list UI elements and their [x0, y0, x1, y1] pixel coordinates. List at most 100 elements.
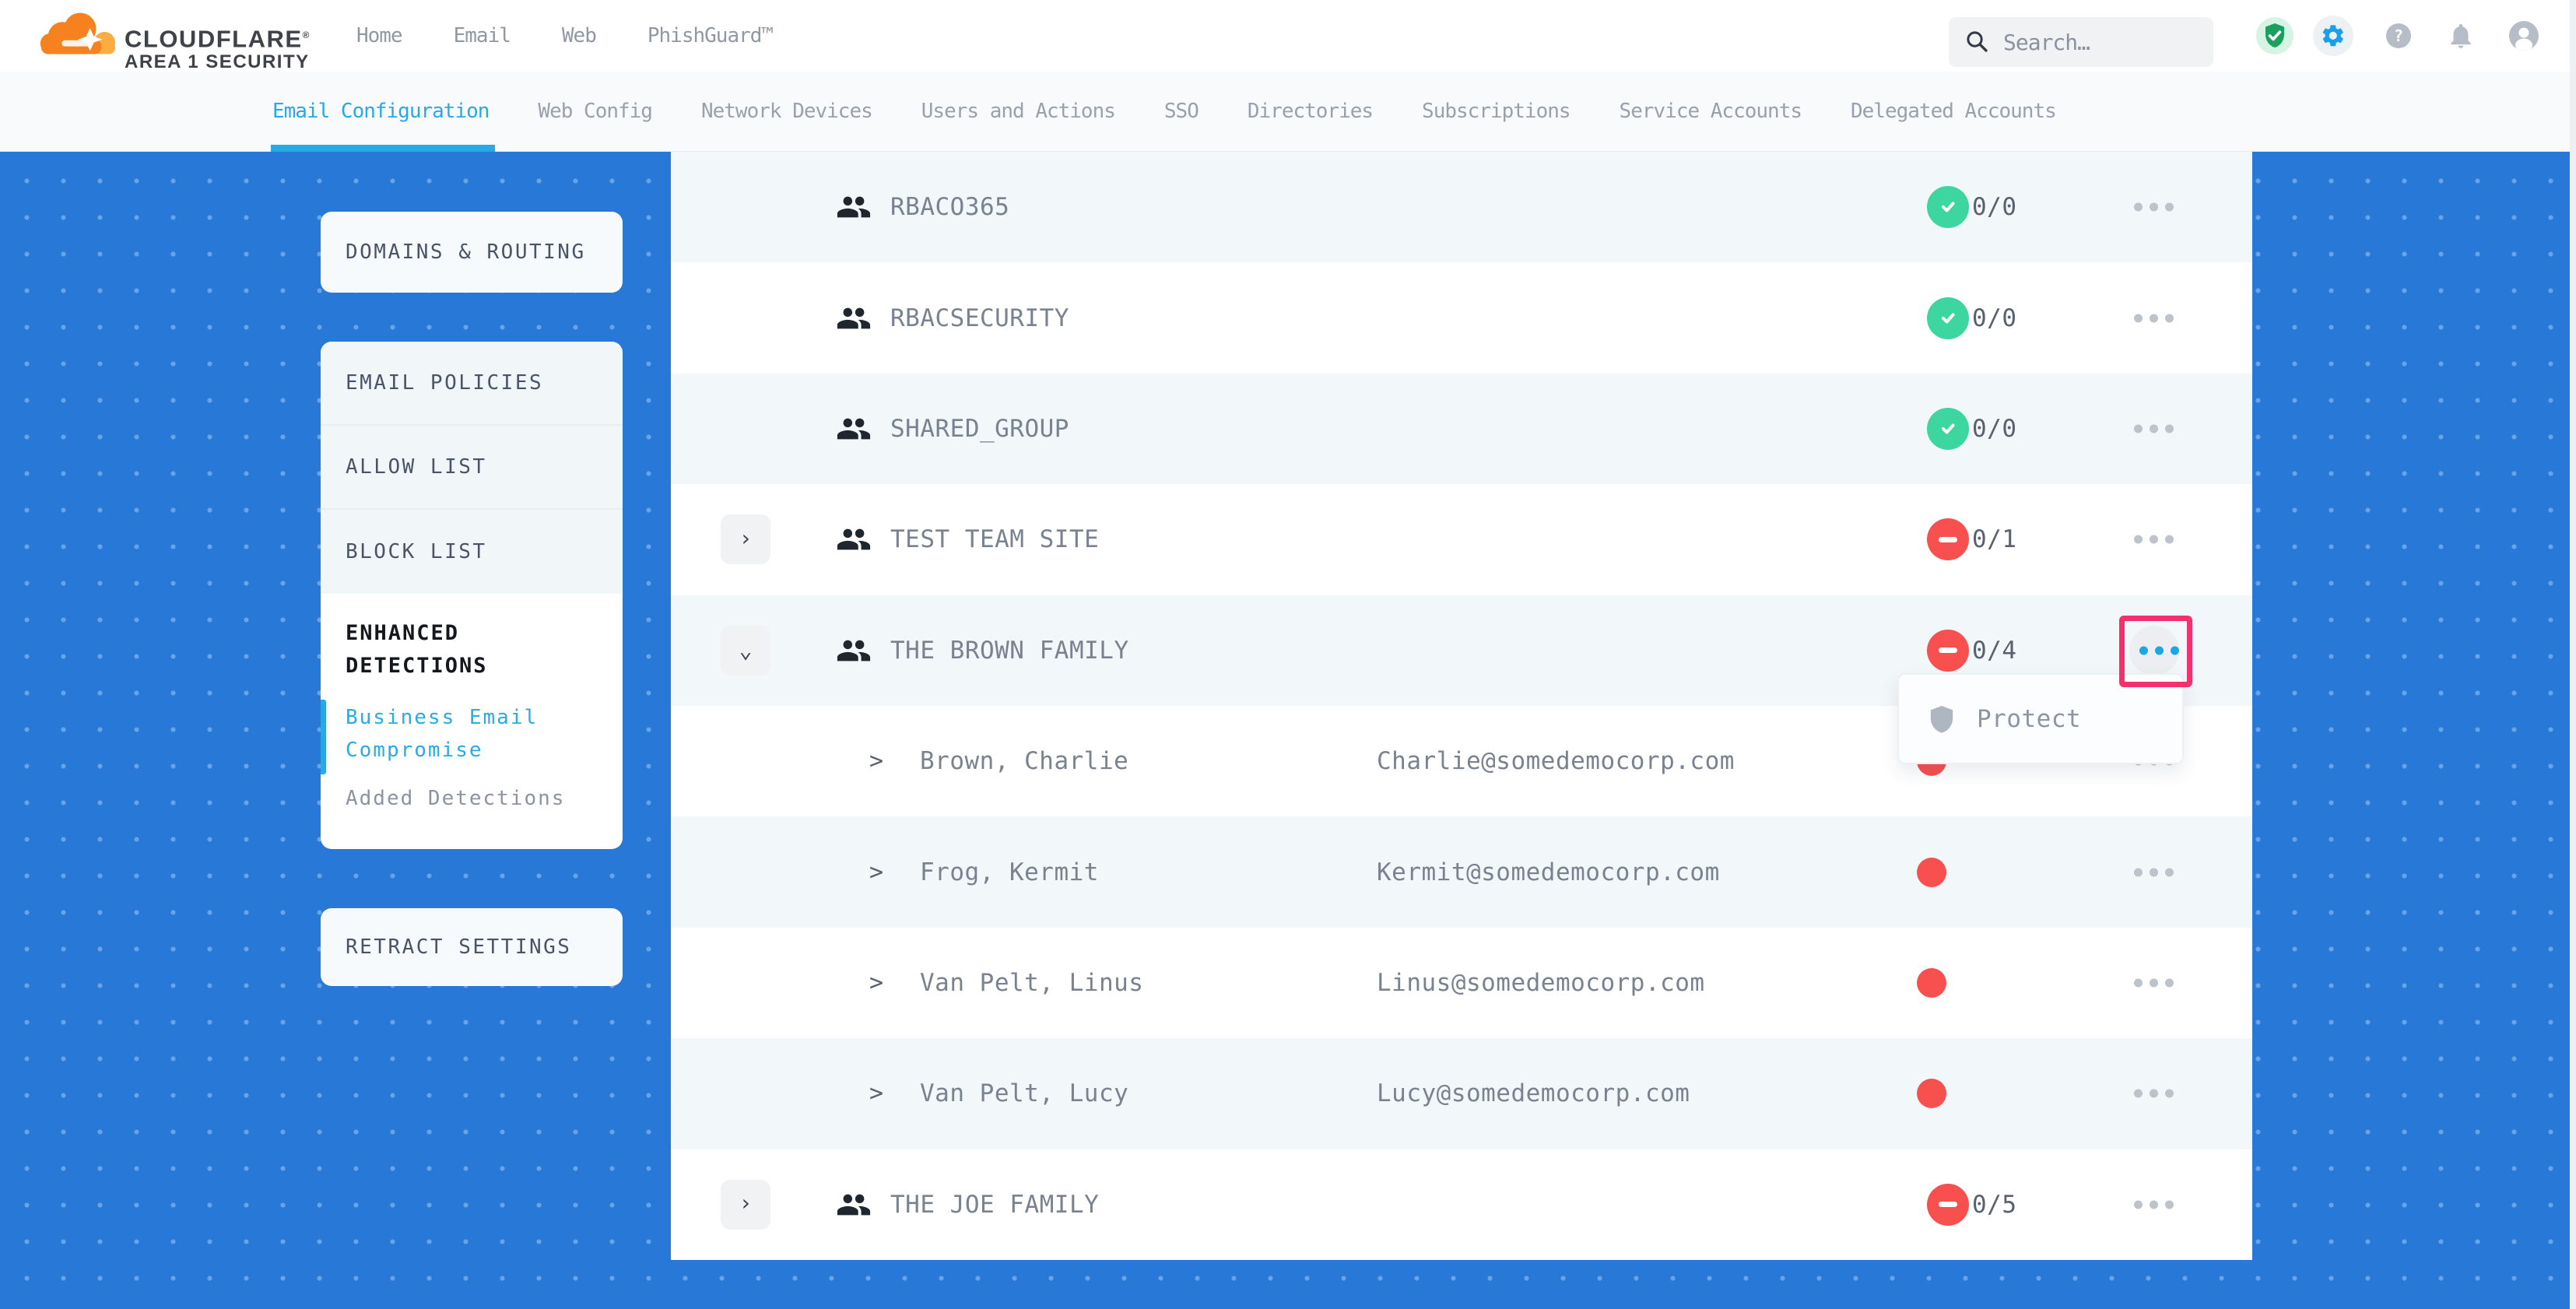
- shield-check-icon[interactable]: [2256, 17, 2293, 54]
- sidebar-section-enhanced-detections: ENHANCED DETECTIONS Business Email Compr…: [321, 594, 623, 815]
- top-header: CLOUDFLARE® AREA 1 SECURITY Home Email W…: [0, 0, 2576, 72]
- nav-phishguard[interactable]: PhishGuard™: [648, 24, 773, 47]
- group-name: RBACSECURITY: [890, 304, 1069, 332]
- table-row-member-van-pelt-lucy: > Van Pelt, Lucy Lucy@somedemocorp.com: [671, 1038, 2252, 1149]
- group-people-icon: [836, 300, 872, 336]
- table-row-member-van-pelt-linus: > Van Pelt, Linus Linus@somedemocorp.com: [671, 928, 2252, 1038]
- tab-service-accounts[interactable]: Service Accounts: [1620, 72, 1802, 152]
- status-badge-protected: [1927, 297, 1969, 339]
- protection-count: 0/0: [1972, 415, 2017, 443]
- row-menu-button[interactable]: [2134, 868, 2174, 876]
- table-row-group-shared-group: SHARED_GROUP 0/0: [671, 374, 2252, 484]
- sidebar-item-business-email-compromise[interactable]: Business Email Compromise: [346, 701, 587, 767]
- group-people-icon: [836, 411, 872, 447]
- protection-count: 0/0: [1972, 304, 2017, 332]
- status-badge-blocked: [1927, 1184, 1969, 1226]
- nav-home[interactable]: Home: [356, 24, 402, 47]
- sidebar-item-email-policies[interactable]: EMAIL POLICIES: [321, 342, 623, 426]
- expand-row-button[interactable]: ›: [721, 514, 770, 564]
- tab-web-config[interactable]: Web Config: [538, 72, 652, 152]
- protection-count: 0/0: [1972, 193, 2017, 221]
- tab-sso[interactable]: SSO: [1164, 72, 1199, 152]
- primary-nav: Home Email Web PhishGuard™: [356, 0, 773, 72]
- member-chevron-icon[interactable]: >: [869, 858, 883, 886]
- area1-security-app: CLOUDFLARE® AREA 1 SECURITY Home Email W…: [0, 0, 2576, 1309]
- member-name: Brown, Charlie: [920, 747, 1128, 775]
- help-icon[interactable]: ?: [2386, 23, 2411, 48]
- expand-row-button[interactable]: ›: [721, 1180, 770, 1230]
- account-avatar-icon[interactable]: [2509, 21, 2539, 51]
- search-icon: [1966, 30, 1989, 54]
- status-badge-protected: [1927, 408, 1969, 450]
- group-name: RBACO365: [890, 193, 1009, 221]
- member-email: Lucy@somedemocorp.com: [1377, 1079, 1690, 1107]
- nav-web[interactable]: Web: [562, 24, 596, 47]
- nav-email[interactable]: Email: [454, 24, 511, 47]
- sidebar-item-block-list[interactable]: BLOCK LIST: [321, 510, 623, 594]
- group-people-icon: [836, 189, 872, 225]
- member-name: Van Pelt, Lucy: [920, 1079, 1128, 1107]
- click-target-highlight: [2119, 616, 2192, 687]
- cloudflare-cloud-icon: [34, 6, 118, 58]
- brand-name: CLOUDFLARE®: [125, 22, 311, 52]
- tab-delegated-accounts[interactable]: Delegated Accounts: [1851, 72, 2056, 152]
- table-row-group-the-joe-family: › THE JOE FAMILY 0/5: [671, 1149, 2252, 1260]
- protection-count: 0/5: [1972, 1191, 2017, 1219]
- member-chevron-icon[interactable]: >: [869, 748, 883, 775]
- member-chevron-icon[interactable]: >: [869, 969, 883, 996]
- row-menu-button[interactable]: [2134, 535, 2174, 544]
- row-menu-button[interactable]: [2134, 424, 2174, 433]
- tab-subscriptions[interactable]: Subscriptions: [1422, 72, 1571, 152]
- row-menu-button[interactable]: [2134, 1200, 2174, 1209]
- row-menu-button[interactable]: [2134, 203, 2174, 212]
- shield-icon: [1928, 704, 1955, 734]
- sidebar-item-retract-settings[interactable]: RETRACT SETTINGS: [321, 908, 623, 986]
- cloudflare-logo[interactable]: CLOUDFLARE® AREA 1 SECURITY: [34, 6, 311, 72]
- sidebar-policies-card: EMAIL POLICIES ALLOW LIST BLOCK LIST ENH…: [321, 342, 623, 849]
- member-name: Frog, Kermit: [920, 858, 1099, 886]
- tab-users-and-actions[interactable]: Users and Actions: [921, 72, 1115, 152]
- row-menu-button[interactable]: [2134, 978, 2174, 987]
- tab-email-configuration[interactable]: Email Configuration: [272, 72, 489, 152]
- search-input[interactable]: [2002, 29, 2192, 56]
- protection-count: 0/1: [1972, 525, 2017, 553]
- menu-item-protect[interactable]: Protect: [1977, 705, 2081, 733]
- active-item-indicator: [321, 700, 326, 774]
- tab-directories[interactable]: Directories: [1248, 72, 1373, 152]
- global-search[interactable]: [1949, 17, 2213, 67]
- sidebar-item-domains-routing[interactable]: DOMAINS & ROUTING: [321, 212, 623, 293]
- table-row-group-test-team-site: › TEST TEAM SITE 0/1: [671, 484, 2252, 595]
- sidebar-item-added-detections[interactable]: Added Detections: [346, 782, 587, 815]
- status-dot-flagged: [1917, 968, 1946, 998]
- table-row-member-frog-kermit: > Frog, Kermit Kermit@somedemocorp.com: [671, 816, 2252, 927]
- group-name: SHARED_GROUP: [890, 415, 1069, 443]
- member-chevron-icon[interactable]: >: [869, 1080, 883, 1107]
- status-dot-flagged: [1917, 1079, 1946, 1108]
- group-people-icon: [836, 1187, 872, 1223]
- member-email: Charlie@somedemocorp.com: [1377, 747, 1735, 775]
- member-name: Van Pelt, Linus: [920, 969, 1143, 997]
- settings-gear-icon[interactable]: [2313, 16, 2353, 56]
- notifications-bell-icon[interactable]: [2446, 21, 2476, 51]
- group-name: TEST TEAM SITE: [890, 525, 1099, 553]
- group-people-icon: [836, 521, 872, 557]
- secondary-nav: Email Configuration Web Config Network D…: [0, 72, 2576, 152]
- sidebar-item-enhanced-detections[interactable]: ENHANCED DETECTIONS: [346, 617, 579, 683]
- table-row-group-rbacsecurity: RBACSECURITY 0/0: [671, 262, 2252, 373]
- status-badge-blocked: [1927, 518, 1969, 560]
- registered-mark: ®: [303, 30, 311, 40]
- member-email: Kermit@somedemocorp.com: [1377, 858, 1720, 886]
- group-people-icon: [836, 633, 872, 669]
- row-menu-button[interactable]: [2134, 314, 2174, 322]
- sidebar-item-allow-list[interactable]: ALLOW LIST: [321, 426, 623, 510]
- active-tab-underline: [271, 145, 495, 152]
- status-badge-blocked: [1927, 630, 1969, 672]
- vertical-scrollbar[interactable]: [2570, 0, 2576, 1309]
- svg-text:?: ?: [2394, 26, 2403, 45]
- protection-count: 0/4: [1972, 637, 2017, 665]
- tab-network-devices[interactable]: Network Devices: [701, 72, 872, 152]
- collapse-row-button[interactable]: ⌄: [721, 626, 770, 676]
- brand-subtitle: AREA 1 SECURITY: [125, 52, 311, 72]
- group-name: THE BROWN FAMILY: [890, 637, 1129, 665]
- row-menu-button[interactable]: [2134, 1090, 2174, 1098]
